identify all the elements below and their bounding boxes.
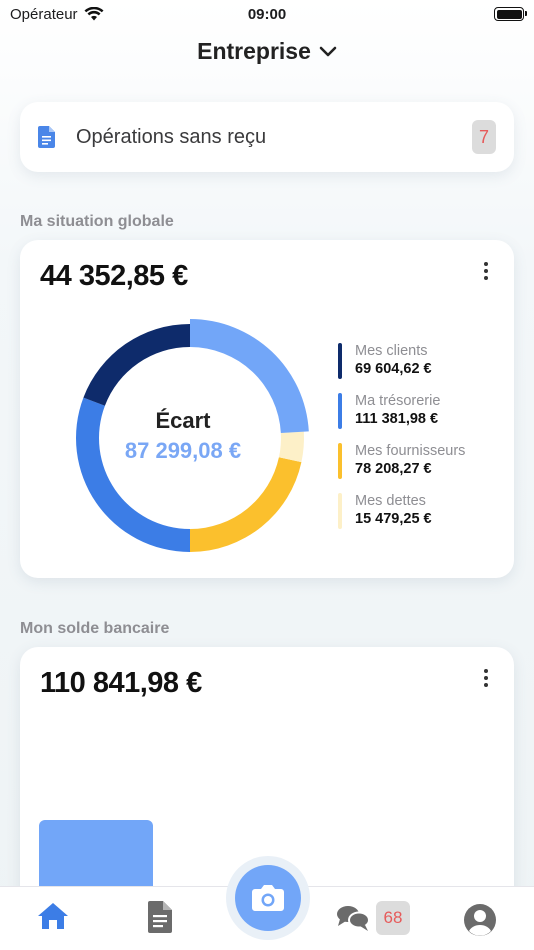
wifi-icon [84, 7, 104, 21]
legend-value: 78 208,27 € [355, 461, 432, 477]
donut-slice-dettes[interactable] [278, 431, 304, 463]
donut-center-label: Écart [155, 408, 211, 433]
tab-documents[interactable] [148, 901, 172, 933]
camera-icon [252, 885, 284, 911]
legend-value: 111 381,98 € [355, 411, 439, 427]
legend-name: Ma trésorerie [355, 393, 441, 409]
legend-name: Mes dettes [355, 493, 426, 509]
document-icon [38, 126, 55, 148]
global-section-title: Ma situation globale [20, 213, 174, 230]
legend-color-dettes [338, 493, 342, 529]
donut-center-value: 87 299,08 € [124, 438, 242, 463]
tab-messages[interactable]: 68 [336, 901, 410, 935]
legend-item-fournisseurs[interactable]: Mes fournisseurs 78 208,27 € [338, 442, 465, 480]
global-more-options-icon[interactable] [480, 262, 492, 280]
global-amount: 44 352,85 € [40, 260, 188, 292]
document-icon [148, 901, 172, 933]
legend-color-tresorerie [338, 393, 342, 429]
page-title: Entreprise [197, 38, 311, 64]
tab-profile[interactable] [463, 903, 497, 937]
legend-color-fournisseurs [338, 443, 342, 479]
profile-icon [464, 904, 496, 936]
donut-slice-fournisseurs[interactable] [190, 457, 302, 552]
chat-icon [337, 906, 370, 931]
messages-count-badge: 68 [376, 901, 410, 935]
camera-button[interactable] [235, 865, 301, 931]
battery-icon [494, 7, 527, 21]
legend-item-tresorerie[interactable]: Ma trésorerie 111 381,98 € [338, 392, 465, 430]
company-selector[interactable]: Entreprise [0, 38, 534, 65]
receipts-card[interactable]: Opérations sans reçu 7 [20, 102, 514, 172]
carrier-name: Opérateur [10, 5, 78, 23]
legend-name: Mes fournisseurs [355, 443, 466, 459]
legend-value: 15 479,25 € [355, 511, 432, 527]
legend-value: 69 604,62 € [355, 361, 432, 377]
bank-section-title: Mon solde bancaire [20, 620, 170, 637]
bank-amount: 110 841,98 € [40, 667, 202, 699]
receipts-count-badge: 7 [472, 120, 496, 154]
donut-legend: Mes clients 69 604,62 € Ma trésorerie 11… [338, 342, 465, 542]
legend-item-dettes[interactable]: Mes dettes 15 479,25 € [338, 492, 465, 530]
receipts-label: Opérations sans reçu [76, 125, 267, 148]
tab-home[interactable] [36, 901, 70, 931]
camera-button-ring [226, 856, 310, 940]
bank-more-options-icon[interactable] [480, 669, 492, 687]
home-icon [38, 903, 68, 929]
chevron-down-icon [319, 46, 337, 56]
global-situation-card: 44 352,85 € Écart 87 299,08 € Mes client… [20, 240, 514, 578]
legend-color-clients [338, 343, 342, 379]
donut-slice-clients[interactable] [83, 324, 190, 406]
status-bar: Opérateur 09:00 [0, 0, 534, 28]
legend-name: Mes clients [355, 343, 428, 359]
legend-item-clients[interactable]: Mes clients 69 604,62 € [338, 342, 465, 380]
